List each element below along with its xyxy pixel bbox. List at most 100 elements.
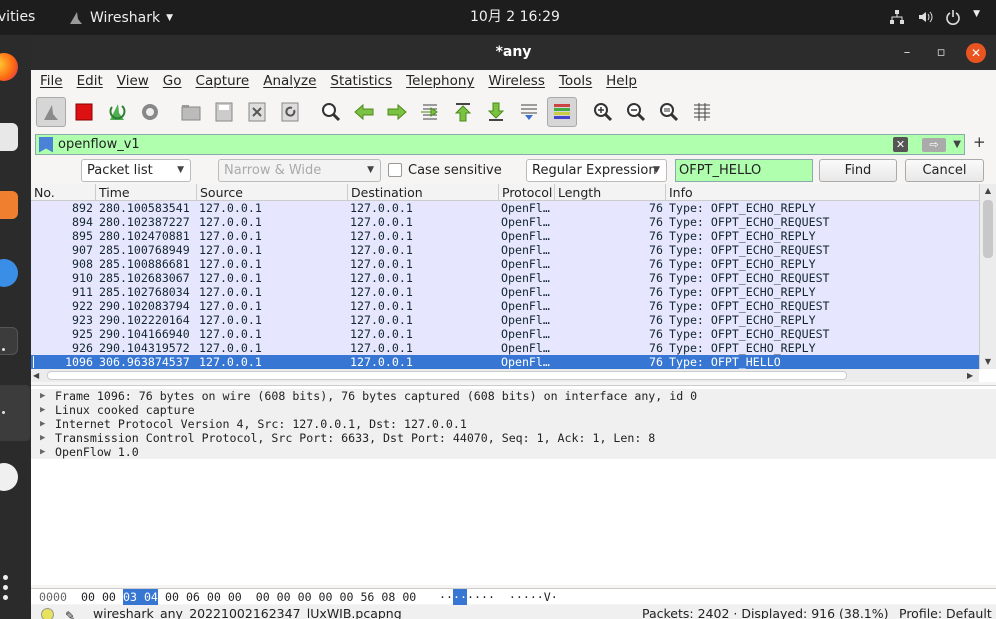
column-header-source[interactable]: Source — [197, 184, 348, 201]
add-filter-button[interactable]: + — [973, 133, 986, 151]
scroll-up-icon[interactable]: ▲ — [980, 184, 996, 198]
capture-comment-icon[interactable]: ✎ — [65, 606, 75, 619]
menu-statistics[interactable]: Statistics — [330, 73, 399, 89]
find-button[interactable]: Find — [819, 159, 897, 182]
bytes-hex-before[interactable]: 00 00 — [81, 589, 116, 605]
table-row[interactable]: 907 285.100768949 127.0.0.1 127.0.0.1 OpenFl… — [31, 243, 979, 257]
scroll-thumb[interactable] — [983, 200, 993, 258]
menu-file[interactable]: File — [40, 73, 70, 89]
bytes-ascii-selected[interactable]: ·· — [453, 589, 467, 605]
restart-capture-button[interactable] — [102, 97, 132, 127]
column-header-info[interactable]: Info — [666, 184, 979, 201]
detail-row-ipv4[interactable]: ▶ Internet Protocol Version 4, Src: 127.0… — [31, 417, 996, 431]
menu-wireless[interactable]: Wireless — [488, 73, 552, 89]
software-icon[interactable] — [0, 191, 18, 219]
column-header-no[interactable]: No. — [31, 184, 96, 201]
scroll-left-icon[interactable]: ◀ — [33, 369, 39, 382]
colorize-button[interactable] — [547, 97, 577, 127]
zoom-in-button[interactable] — [588, 97, 618, 127]
first-packet-button[interactable] — [448, 97, 478, 127]
files-icon[interactable] — [0, 123, 18, 151]
bytes-hex-after[interactable]: 00 06 00 00 00 00 00 00 00 56 08 00 — [165, 589, 416, 605]
expand-arrow-icon[interactable]: ▶ — [40, 431, 45, 445]
table-row[interactable]: 894 280.102387227 127.0.0.1 127.0.0.1 OpenFl… — [31, 215, 979, 229]
system-tray[interactable]: ▼ — [889, 9, 980, 25]
normal-size-button[interactable] — [654, 97, 684, 127]
app-icon[interactable] — [0, 463, 18, 491]
table-row[interactable]: 892 280.100583541 127.0.0.1 127.0.0.1 OpenFl… — [31, 201, 979, 215]
expand-arrow-icon[interactable]: ▶ — [40, 445, 45, 459]
go-forward-button[interactable] — [382, 97, 412, 127]
column-header-protocol[interactable]: Protocol — [499, 184, 555, 201]
cancel-button[interactable]: Cancel — [905, 159, 984, 182]
stop-capture-button[interactable] — [69, 97, 99, 127]
find-packet-button[interactable] — [316, 97, 346, 127]
chevron-down-icon[interactable]: ▼ — [953, 135, 961, 155]
search-type-select[interactable]: Regular Expression ▼ — [526, 159, 667, 182]
display-filter-input[interactable]: openflow_v1 ✕ ⇨ ▼ — [35, 134, 965, 155]
profile-label[interactable]: Profile: Default — [899, 605, 992, 619]
app-menu[interactable]: Wireshark ▼ — [68, 9, 173, 27]
table-row[interactable]: 908 285.100886681 127.0.0.1 127.0.0.1 OpenFl… — [31, 257, 979, 271]
bytes-ascii-before[interactable]: ·· — [439, 589, 453, 605]
table-row[interactable]: 895 280.102470881 127.0.0.1 127.0.0.1 OpenFl… — [31, 229, 979, 243]
start-capture-button[interactable] — [36, 97, 66, 127]
maximize-button[interactable]: ▫ — [931, 43, 951, 63]
menu-help[interactable]: Help — [606, 73, 644, 89]
close-file-button[interactable] — [242, 97, 272, 127]
menu-analyze[interactable]: Analyze — [263, 73, 323, 89]
last-packet-button[interactable] — [481, 97, 511, 127]
menu-go[interactable]: Go — [163, 73, 189, 89]
search-in-select[interactable]: Packet list ▼ — [81, 159, 191, 182]
zoom-out-button[interactable] — [621, 97, 651, 127]
menu-telephony[interactable]: Telephony — [406, 73, 481, 89]
menu-edit[interactable]: Edit — [77, 73, 110, 89]
bytes-hex-selected[interactable]: 03 04 — [123, 589, 158, 605]
activities-button[interactable]: ivities — [0, 0, 35, 35]
show-applications-icon[interactable] — [3, 575, 11, 611]
menu-view[interactable]: View — [117, 73, 156, 89]
column-header-time[interactable]: Time — [96, 184, 197, 201]
expert-info-icon[interactable] — [41, 608, 54, 619]
reload-file-button[interactable] — [275, 97, 305, 127]
table-row[interactable]: 923 290.102220164 127.0.0.1 127.0.0.1 OpenFl… — [31, 313, 979, 327]
table-row[interactable]: 911 285.102768034 127.0.0.1 127.0.0.1 OpenFl… — [31, 285, 979, 299]
packet-list-hscroll[interactable]: ◀ ▶ — [31, 369, 979, 382]
expand-arrow-icon[interactable]: ▶ — [40, 389, 45, 403]
packet-list-vscroll[interactable]: ▲ ▼ — [979, 184, 996, 369]
packet-details-pane[interactable]: ▶ Frame 1096: 76 bytes on wire (608 bits)… — [31, 385, 996, 585]
apply-filter-icon[interactable]: ⇨ — [922, 138, 946, 152]
detail-row-linux-cooked[interactable]: ▶ Linux cooked capture — [31, 403, 996, 417]
clear-filter-icon[interactable]: ✕ — [893, 137, 908, 152]
table-row-selected[interactable]: 1096 306.963874537 127.0.0.1 127.0.0.1 OpenF… — [31, 355, 979, 369]
case-sensitive-checkbox[interactable] — [388, 163, 402, 177]
bytes-ascii-after[interactable]: ···· ·····V· — [467, 589, 558, 605]
go-to-packet-button[interactable] — [415, 97, 445, 127]
autoscroll-button[interactable] — [514, 97, 544, 127]
scroll-down-icon[interactable]: ▼ — [980, 355, 996, 369]
window-titlebar[interactable]: *any – ▫ ✕ — [31, 35, 996, 70]
firefox-icon[interactable] — [0, 53, 18, 81]
detail-row-frame[interactable]: ▶ Frame 1096: 76 bytes on wire (608 bits)… — [31, 389, 996, 403]
scroll-thumb[interactable] — [47, 371, 847, 380]
char-width-select[interactable]: Narrow & Wide ▼ — [218, 159, 381, 182]
minimize-button[interactable]: – — [897, 43, 917, 63]
close-button[interactable]: ✕ — [966, 43, 986, 63]
packet-bytes-pane[interactable]: 0000 00 00 03 04 00 06 00 00 00 00 00 00 00… — [31, 588, 996, 605]
detail-row-tcp[interactable]: ▶ Transmission Control Protocol, Src Port… — [31, 431, 996, 445]
expand-arrow-icon[interactable]: ▶ — [40, 403, 45, 417]
packet-list[interactable]: No. Time Source Destination Protocol Len… — [31, 184, 996, 382]
expand-arrow-icon[interactable]: ▶ — [40, 417, 45, 431]
table-row[interactable]: 922 290.102083794 127.0.0.1 127.0.0.1 OpenFl… — [31, 299, 979, 313]
table-row[interactable]: 925 290.104166940 127.0.0.1 127.0.0.1 OpenFl… — [31, 327, 979, 341]
table-row[interactable]: 926 290.104319572 127.0.0.1 127.0.0.1 OpenFl… — [31, 341, 979, 355]
help-icon[interactable] — [0, 259, 18, 287]
table-row[interactable]: 910 285.102683067 127.0.0.1 127.0.0.1 OpenFl… — [31, 271, 979, 285]
open-file-button[interactable] — [176, 97, 206, 127]
menu-capture[interactable]: Capture — [196, 73, 257, 89]
go-back-button[interactable] — [349, 97, 379, 127]
menu-tools[interactable]: Tools — [559, 73, 599, 89]
bookmark-icon[interactable] — [39, 136, 53, 153]
clock[interactable]: 10月 2 16:29 — [470, 0, 560, 35]
scroll-right-icon[interactable]: ▶ — [967, 369, 973, 382]
